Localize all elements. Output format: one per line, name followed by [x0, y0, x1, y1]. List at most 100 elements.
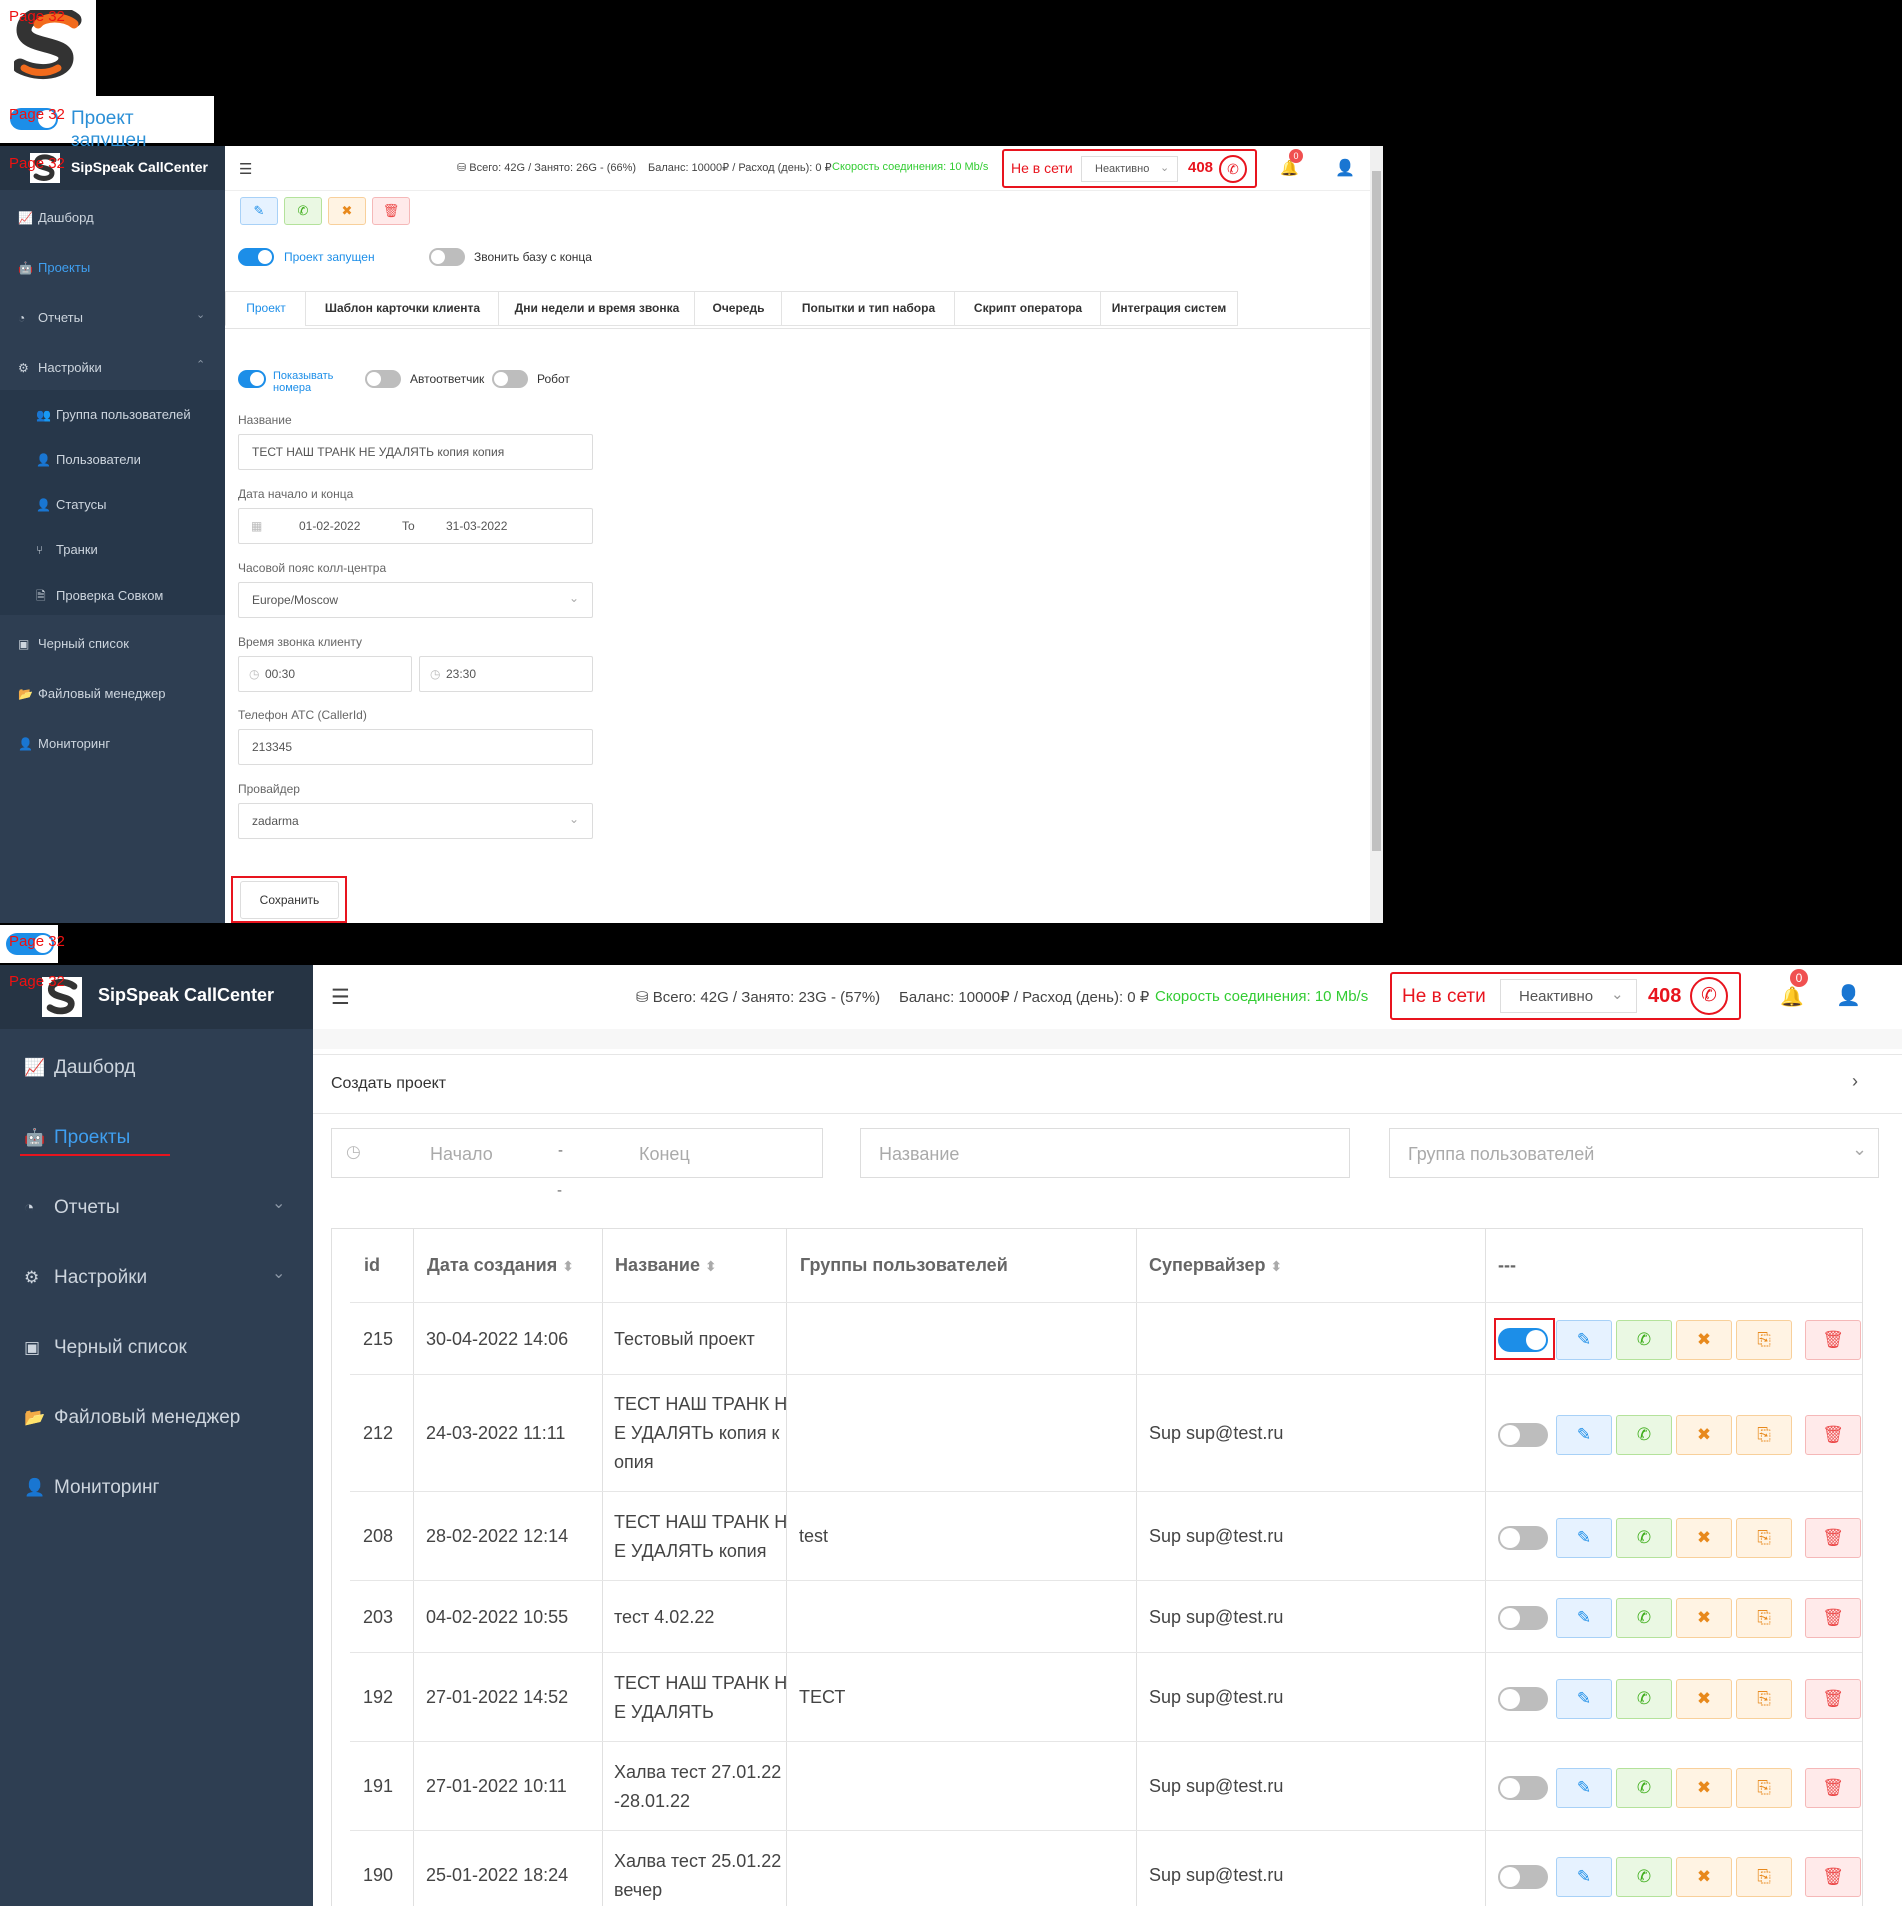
scrollbar[interactable]	[1370, 146, 1383, 923]
user-menu-icon[interactable]: 👤	[1335, 158, 1355, 178]
edit-button[interactable]: ✎	[240, 197, 278, 225]
nav-dashboard[interactable]: 📈 Дашборд	[24, 1057, 135, 1079]
tab-client-card[interactable]: Шаблон карточки клиента	[305, 291, 500, 326]
tab-schedule[interactable]: Дни недели и время звонка	[498, 291, 696, 326]
edit-button[interactable]: ✎	[1556, 1857, 1612, 1897]
answering-machine-toggle[interactable]	[365, 370, 401, 388]
nav-dashboard[interactable]: 📈 Дашборд	[18, 210, 94, 225]
timezone-select[interactable]: Europe/Moscow ⌄	[238, 582, 593, 618]
copy-button[interactable]: ⎘	[1736, 1518, 1792, 1558]
tools-button[interactable]: ✖	[1676, 1320, 1732, 1360]
tab-queue[interactable]: Очередь	[694, 291, 783, 326]
create-project-bar[interactable]: Создать проект ›	[313, 1054, 1902, 1114]
nav-settings[interactable]: ⚙ Настройки	[18, 360, 102, 375]
name-input[interactable]: ТЕСТ НАШ ТРАНК НЕ УДАЛЯТЬ копия копия	[238, 434, 593, 470]
time-from-input[interactable]: ◷ 00:30	[238, 656, 412, 692]
nav-blacklist[interactable]: ▣ Черный список	[18, 636, 129, 651]
delete-button[interactable]: 🗑	[1805, 1518, 1861, 1558]
call-button[interactable]: ✆	[1616, 1598, 1672, 1638]
nav-trunks[interactable]: ⑂ Транки	[36, 542, 98, 557]
date-range-input[interactable]: ▦ 01-02-2022 To 31-03-2022	[238, 508, 593, 544]
delete-button[interactable]: 🗑	[1805, 1679, 1861, 1719]
scrollbar-thumb[interactable]	[1372, 171, 1381, 851]
copy-button[interactable]: ⎘	[1736, 1857, 1792, 1897]
edit-button[interactable]: ✎	[1556, 1320, 1612, 1360]
nav-user-groups[interactable]: 👥 Группа пользователей	[36, 407, 191, 422]
copy-button[interactable]: ⎘	[1736, 1679, 1792, 1719]
nav-reports[interactable]: ◔ Отчеты	[24, 1197, 120, 1219]
project-active-toggle[interactable]	[1498, 1776, 1548, 1800]
project-active-toggle[interactable]	[1498, 1423, 1548, 1447]
nav-file-manager[interactable]: 📂 Файловый менеджер	[24, 1407, 240, 1429]
delete-button[interactable]: 🗑	[1805, 1857, 1861, 1897]
tab-project[interactable]: Проект	[225, 291, 307, 326]
name-filter-input[interactable]: Название	[860, 1128, 1350, 1178]
nav-monitoring[interactable]: 👤 Мониторинг	[24, 1477, 159, 1499]
phone-icon[interactable]: ✆	[1219, 155, 1247, 183]
copy-button[interactable]: ⎘	[1736, 1415, 1792, 1455]
edit-button[interactable]: ✎	[1556, 1679, 1612, 1719]
call-button[interactable]: ✆	[1616, 1320, 1672, 1360]
nav-sovcom-check[interactable]: 🗎 Проверка Совком	[36, 587, 163, 608]
copy-button[interactable]: ⎘	[1736, 1598, 1792, 1638]
call-button[interactable]: ✆	[284, 197, 322, 225]
header-groups[interactable]: Группы пользователей	[800, 1229, 1008, 1301]
show-numbers-toggle[interactable]	[238, 370, 266, 388]
nav-users[interactable]: 👤 Пользователи	[36, 452, 141, 467]
project-active-toggle[interactable]	[1498, 1526, 1548, 1550]
tools-button[interactable]: ✖	[1676, 1598, 1732, 1638]
delete-button[interactable]: 🗑	[1805, 1415, 1861, 1455]
header-supervisor[interactable]: Супервайзер ⬍	[1149, 1229, 1282, 1301]
tab-attempts[interactable]: Попытки и тип набора	[781, 291, 956, 326]
delete-button[interactable]: 🗑	[1805, 1768, 1861, 1808]
call-button[interactable]: ✆	[1616, 1768, 1672, 1808]
header-id[interactable]: id	[364, 1229, 380, 1301]
project-active-toggle[interactable]	[1498, 1606, 1548, 1630]
tools-button[interactable]: ✖	[1676, 1415, 1732, 1455]
call-button[interactable]: ✆	[1616, 1518, 1672, 1558]
tools-button[interactable]: ✖	[1676, 1857, 1732, 1897]
running-toggle[interactable]	[238, 248, 274, 266]
delete-button[interactable]: 🗑	[1805, 1320, 1861, 1360]
copy-button[interactable]: ⎘	[1736, 1768, 1792, 1808]
project-active-toggle[interactable]	[1498, 1865, 1548, 1889]
tools-button[interactable]: ✖	[328, 197, 366, 225]
nav-blacklist[interactable]: ▣ Черный список	[24, 1337, 187, 1359]
status-select[interactable]: Неактивно ⌄	[1081, 156, 1178, 182]
delete-button[interactable]: 🗑	[1805, 1598, 1861, 1638]
tab-integration[interactable]: Интеграция систем	[1100, 291, 1238, 326]
callerid-input[interactable]: 213345	[238, 729, 593, 765]
tab-script[interactable]: Скрипт оператора	[954, 291, 1102, 326]
call-button[interactable]: ✆	[1616, 1415, 1672, 1455]
copy-button[interactable]: ⎘	[1736, 1320, 1792, 1360]
tools-button[interactable]: ✖	[1676, 1518, 1732, 1558]
nav-reports[interactable]: ◔ Отчеты	[18, 310, 83, 325]
call-button[interactable]: ✆	[1616, 1679, 1672, 1719]
reverse-order-toggle[interactable]	[429, 248, 465, 266]
phone-icon[interactable]: ✆	[1690, 977, 1728, 1015]
provider-select[interactable]: zadarma ⌄	[238, 803, 593, 839]
nav-projects[interactable]: 🤖 Проекты	[18, 260, 90, 275]
tools-button[interactable]: ✖	[1676, 1768, 1732, 1808]
status-select[interactable]: Неактивно ⌄	[1500, 979, 1637, 1013]
header-date[interactable]: Дата создания ⬍	[427, 1229, 574, 1301]
bell-icon[interactable]: 🔔	[1780, 985, 1804, 1009]
edit-button[interactable]: ✎	[1556, 1768, 1612, 1808]
edit-button[interactable]: ✎	[1556, 1415, 1612, 1455]
menu-toggle-icon[interactable]: ☰	[331, 985, 350, 1010]
nav-settings[interactable]: ⚙ Настройки	[24, 1267, 147, 1289]
edit-button[interactable]: ✎	[1556, 1518, 1612, 1558]
menu-toggle-icon[interactable]: ☰	[239, 160, 252, 178]
project-active-toggle[interactable]	[1498, 1687, 1548, 1711]
tools-button[interactable]: ✖	[1676, 1679, 1732, 1719]
header-name[interactable]: Название ⬍	[615, 1229, 717, 1301]
nav-monitoring[interactable]: 👤 Мониторинг	[18, 736, 110, 751]
user-menu-icon[interactable]: 👤	[1836, 983, 1861, 1008]
delete-button[interactable]: 🗑	[372, 197, 410, 225]
nav-statuses[interactable]: 👤 Статусы	[36, 497, 106, 512]
robot-toggle[interactable]	[492, 370, 528, 388]
call-button[interactable]: ✆	[1616, 1857, 1672, 1897]
nav-file-manager[interactable]: 📂 Файловый менеджер	[18, 686, 166, 701]
group-filter-select[interactable]: Группа пользователей ⌄	[1389, 1128, 1879, 1178]
nav-projects[interactable]: 🤖 Проекты	[24, 1127, 130, 1149]
